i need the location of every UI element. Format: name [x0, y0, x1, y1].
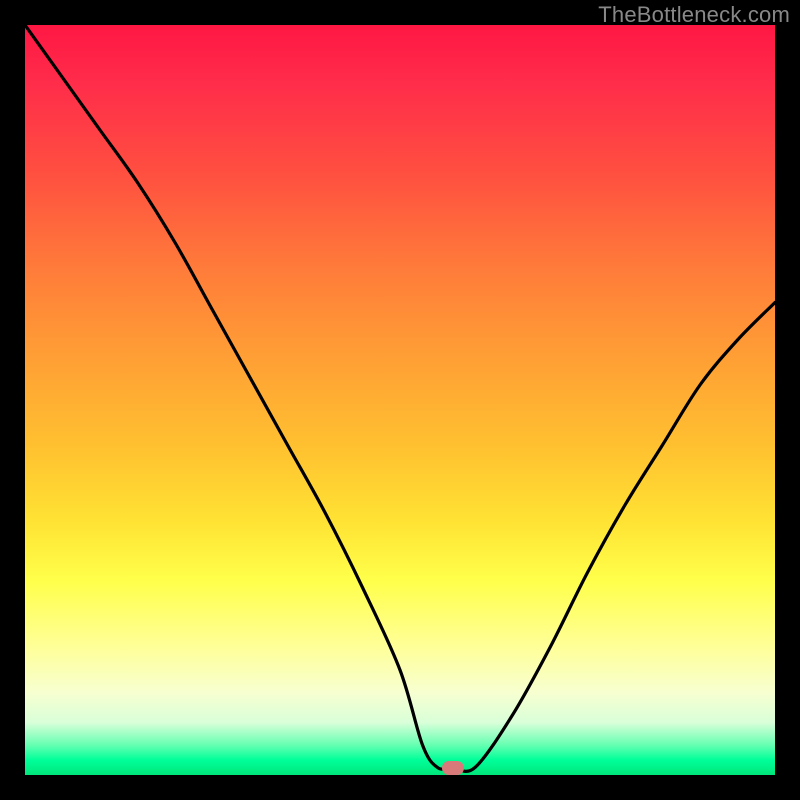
watermark-text: TheBottleneck.com: [598, 2, 790, 28]
bottleneck-curve: [25, 25, 775, 775]
optimal-marker: [442, 761, 464, 775]
chart-area: [25, 25, 775, 775]
